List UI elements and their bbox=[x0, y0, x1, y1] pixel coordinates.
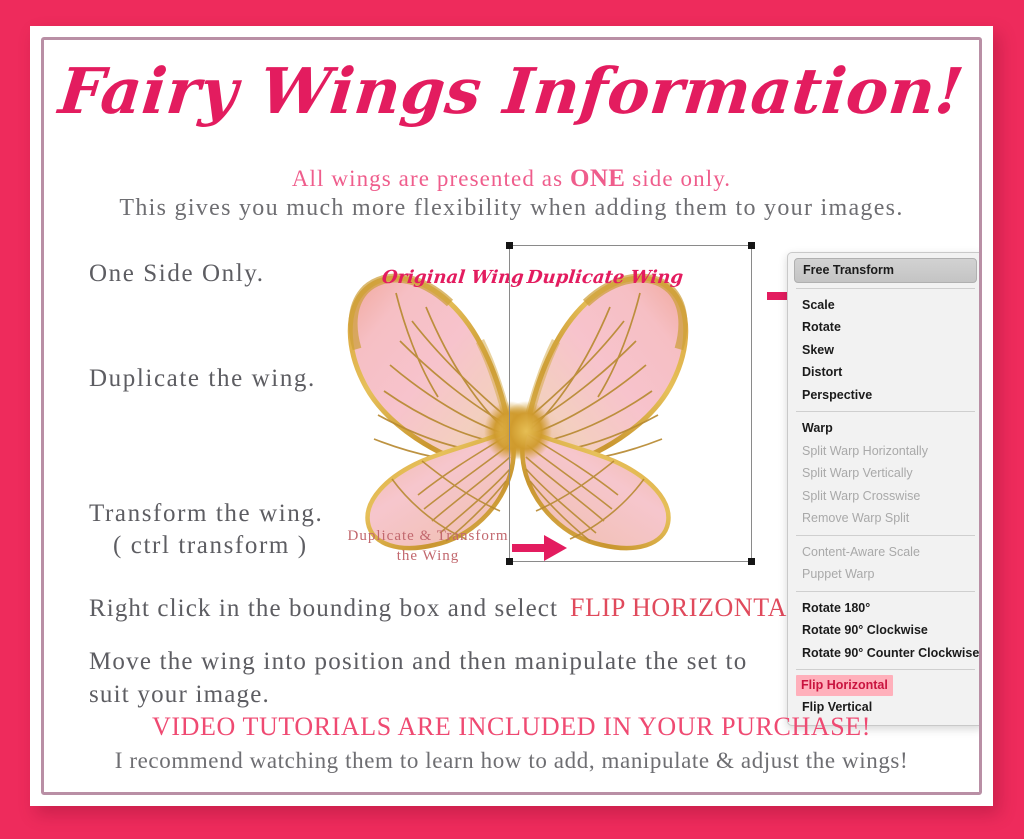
menu-item-puppet-warp: Puppet Warp bbox=[802, 567, 875, 581]
step-transform-the-wing: Transform the wing. ( ctrl transform ) bbox=[89, 472, 323, 588]
menu-item-rotate[interactable]: Rotate bbox=[788, 316, 979, 339]
poster-canvas: Fairy Wings Information! All wings are p… bbox=[44, 40, 979, 792]
instruction-move-wing: Move the wing into position and then man… bbox=[89, 648, 748, 709]
footer-promo-text: VIDEO TUTORIALS ARE INCLUDED IN YOUR PUR… bbox=[151, 712, 871, 741]
menu-item-split-warp-vertically: Split Warp Vertically bbox=[802, 466, 913, 480]
transform-context-menu[interactable]: Free Transform Scale Rotate Skew Distort Pers… bbox=[787, 252, 979, 726]
subtitle-flexibility: This gives you much more flexibility whe… bbox=[119, 195, 904, 221]
menu-item-warp[interactable]: Warp bbox=[788, 417, 979, 440]
subtitle-one-side: All wings are presented as ONE side only… bbox=[44, 165, 979, 193]
menu-item-flip-horizontal-row: Flip Horizontal bbox=[788, 675, 979, 696]
menu-item-perspective[interactable]: Perspective bbox=[788, 384, 979, 407]
menu-item-split-warp-crosswise: Split Warp Crosswise bbox=[802, 488, 921, 503]
subtitle-prefix: All wings are presented as bbox=[291, 166, 570, 191]
step-transform-sub: ( ctrl transform ) bbox=[113, 532, 308, 559]
menu-item-rotate-90-clockwise[interactable]: Rotate 90° Clockwise bbox=[788, 619, 979, 642]
poster-frame: Fairy Wings Information! All wings are p… bbox=[30, 26, 993, 806]
menu-item-split-warp-horizontally: Split Warp Horizontally bbox=[802, 443, 928, 458]
transform-bounding-box[interactable] bbox=[506, 242, 755, 565]
step-transform-main: Transform the wing. bbox=[89, 500, 324, 527]
subtitle-suffix: side only. bbox=[625, 166, 732, 191]
arrow-right-icon-to-wing bbox=[512, 535, 567, 561]
menu-item-free-transform[interactable]: Free Transform bbox=[794, 258, 977, 283]
menu-item-rotate-90-counter-clockwise[interactable]: Rotate 90° Counter Clockwise bbox=[788, 642, 979, 665]
menu-item-distort[interactable]: Distort bbox=[788, 361, 979, 384]
menu-item-remove-warp-split: Remove Warp Split bbox=[802, 511, 910, 525]
menu-separator bbox=[796, 534, 975, 536]
bbox-handle-top-left[interactable] bbox=[506, 242, 513, 249]
menu-item-flip-horizontal[interactable]: Flip Horizontal bbox=[796, 675, 893, 696]
instruction-right-click-text: Right click in the bounding box and sele… bbox=[89, 595, 559, 622]
menu-item-content-aware-scale: Content-Aware Scale bbox=[802, 544, 920, 559]
step-duplicate-the-wing: Duplicate the wing. bbox=[89, 365, 316, 392]
menu-separator bbox=[796, 411, 975, 412]
bbox-handle-bottom-right[interactable] bbox=[748, 558, 755, 565]
instruction-flip-horizontal-emphasis: FLIP HORIZONTAL. bbox=[570, 593, 811, 622]
caption-duplicate-transform: Duplicate & Transform the Wing bbox=[347, 528, 509, 564]
page-title: Fairy Wings Information! bbox=[55, 54, 968, 128]
menu-item-skew[interactable]: Skew bbox=[788, 339, 979, 362]
subtitle-strong: ONE bbox=[569, 165, 626, 192]
label-original-wing: Original Wing bbox=[380, 267, 525, 288]
step-one-side-only: One Side Only. bbox=[89, 260, 265, 287]
footer-recommend-text: I recommend watching them to learn how t… bbox=[114, 748, 909, 773]
menu-separator bbox=[796, 669, 975, 670]
menu-item-rotate-180[interactable]: Rotate 180° bbox=[788, 597, 979, 620]
instruction-right-click: Right click in the bounding box and sele… bbox=[89, 593, 811, 623]
menu-item-scale[interactable]: Scale bbox=[788, 294, 979, 317]
bbox-handle-top-right[interactable] bbox=[748, 242, 755, 249]
menu-separator bbox=[796, 287, 975, 289]
menu-separator bbox=[796, 590, 975, 592]
